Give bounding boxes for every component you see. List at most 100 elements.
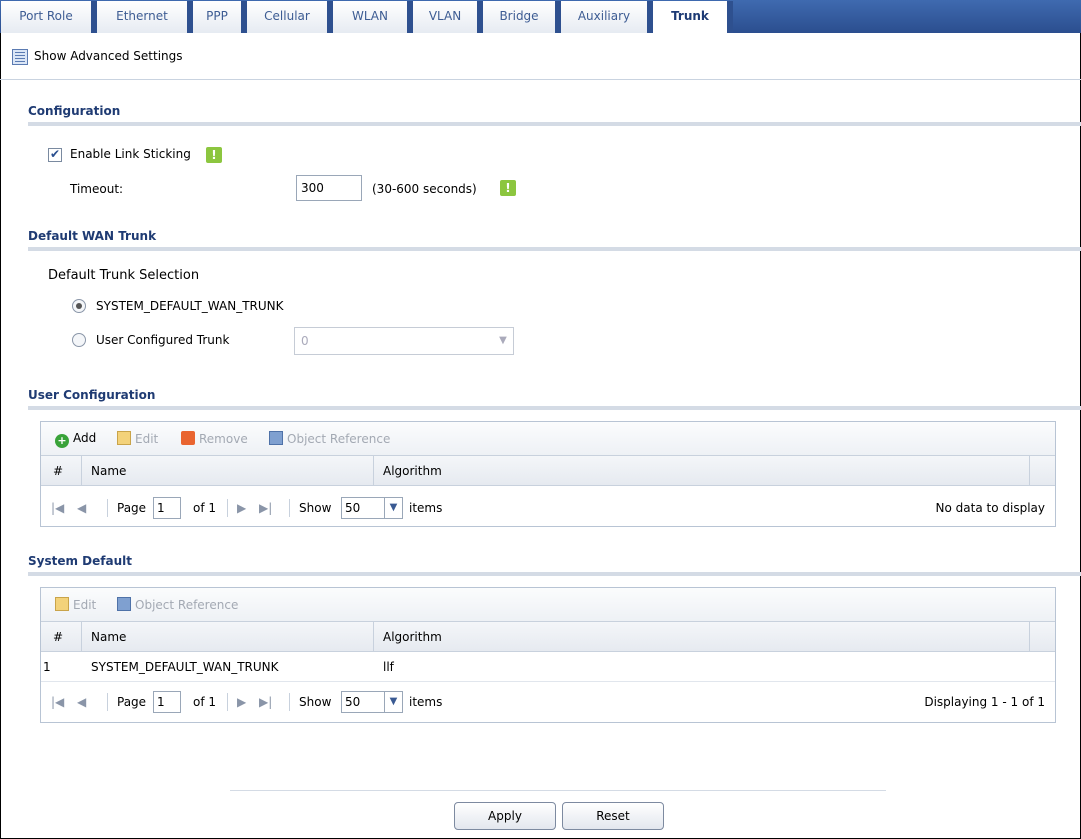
- column-algorithm[interactable]: Algorithm: [383, 464, 442, 478]
- radio-user-configured-trunk[interactable]: [72, 333, 86, 347]
- chevron-down-icon[interactable]: ▼: [385, 691, 403, 713]
- user-configured-trunk-select[interactable]: 0 ▼: [294, 327, 514, 355]
- add-button[interactable]: + Add: [55, 431, 96, 448]
- page-input[interactable]: 1: [153, 497, 181, 519]
- info-icon[interactable]: !: [500, 180, 516, 196]
- show-advanced-settings-link[interactable]: Show Advanced Settings: [34, 49, 183, 63]
- row-name: SYSTEM_DEFAULT_WAN_TRUNK: [91, 660, 279, 674]
- apply-button[interactable]: Apply: [454, 802, 556, 830]
- remove-label: Remove: [199, 432, 248, 446]
- column-algorithm[interactable]: Algorithm: [383, 630, 442, 644]
- tab-wlan[interactable]: WLAN: [333, 1, 413, 33]
- radio-user-configured-trunk-label: User Configured Trunk: [96, 333, 230, 347]
- pager-separator: [227, 693, 228, 711]
- pager-status: Displaying 1 - 1 of 1: [924, 695, 1045, 709]
- page-input[interactable]: 1: [153, 691, 181, 713]
- edit-button[interactable]: Edit: [55, 597, 96, 612]
- next-page-icon[interactable]: ▶: [237, 501, 246, 515]
- tab-ppp[interactable]: PPP: [193, 1, 247, 33]
- footer-divider: [230, 790, 886, 791]
- trash-icon: [181, 431, 195, 445]
- edit-label: Edit: [73, 598, 97, 612]
- user-configuration-table: + Add Edit Remove Object Reference # Name…: [40, 421, 1056, 527]
- radio-system-default-wan-trunk[interactable]: [72, 299, 86, 313]
- column-separator: [1029, 622, 1030, 652]
- object-reference-label: Object Reference: [135, 598, 239, 612]
- row-number: 1: [43, 660, 51, 674]
- row-algorithm: llf: [383, 660, 394, 674]
- object-reference-button[interactable]: Object Reference: [269, 431, 390, 446]
- tab-trunk[interactable]: Trunk: [653, 1, 733, 33]
- tab-auxiliary[interactable]: Auxiliary: [561, 1, 653, 33]
- system-default-table: Edit Object Reference # Name Algorithm 1…: [40, 587, 1056, 723]
- items-label: items: [409, 501, 443, 515]
- object-reference-icon: [269, 431, 283, 445]
- tab-cellular[interactable]: Cellular: [247, 1, 333, 33]
- prev-page-icon[interactable]: ◀: [77, 501, 86, 515]
- configuration-title: Configuration: [28, 104, 121, 118]
- section-divider: [28, 572, 1081, 576]
- per-page-select[interactable]: 50: [341, 497, 385, 519]
- advanced-settings-row: Show Advanced Settings: [0, 34, 1081, 80]
- object-reference-icon: [117, 597, 131, 611]
- section-divider: [28, 247, 1081, 251]
- page-of-label: of 1: [193, 501, 217, 515]
- tab-bar: Port Role Ethernet PPP Cellular WLAN VLA…: [0, 0, 1081, 33]
- pager-separator: [227, 499, 228, 517]
- chevron-down-icon[interactable]: ▼: [385, 497, 403, 519]
- table-row[interactable]: 1 SYSTEM_DEFAULT_WAN_TRUNK llf: [41, 652, 1055, 682]
- chevron-down-icon: ▼: [499, 335, 507, 346]
- add-label: Add: [73, 431, 97, 445]
- section-divider: [28, 406, 1081, 410]
- user-configuration-title: User Configuration: [28, 388, 156, 402]
- column-name[interactable]: Name: [91, 630, 126, 644]
- edit-icon: [55, 597, 69, 611]
- object-reference-label: Object Reference: [287, 432, 391, 446]
- column-name[interactable]: Name: [91, 464, 126, 478]
- column-separator: [373, 622, 374, 652]
- edit-label: Edit: [135, 432, 159, 446]
- show-label: Show: [299, 695, 332, 709]
- table-icon: [12, 49, 28, 65]
- object-reference-button[interactable]: Object Reference: [117, 597, 238, 612]
- edit-button[interactable]: Edit: [117, 431, 158, 446]
- tab-port-role[interactable]: Port Role: [1, 1, 97, 33]
- page-label: Page: [117, 695, 147, 709]
- first-page-icon[interactable]: |◀: [51, 695, 64, 709]
- table-header: # Name Algorithm: [41, 622, 1055, 652]
- pager-status: No data to display: [935, 501, 1045, 515]
- tab-ethernet[interactable]: Ethernet: [97, 1, 193, 33]
- tab-bridge[interactable]: Bridge: [483, 1, 561, 33]
- reset-button[interactable]: Reset: [562, 802, 664, 830]
- add-icon: +: [55, 434, 69, 448]
- select-value: 0: [301, 334, 309, 348]
- last-page-icon[interactable]: ▶|: [259, 695, 272, 709]
- next-page-icon[interactable]: ▶: [237, 695, 246, 709]
- last-page-icon[interactable]: ▶|: [259, 501, 272, 515]
- column-number[interactable]: #: [53, 464, 63, 478]
- pager-separator: [107, 499, 108, 517]
- pager: |◀ ◀ Page 1 of 1 ▶ ▶| Show 50 ▼ items Di…: [41, 686, 1055, 718]
- timeout-input[interactable]: 300: [296, 175, 362, 201]
- column-number[interactable]: #: [53, 630, 63, 644]
- info-icon[interactable]: !: [206, 147, 222, 163]
- remove-button[interactable]: Remove: [181, 431, 248, 446]
- default-wan-trunk-title: Default WAN Trunk: [28, 229, 157, 243]
- pager-separator: [107, 693, 108, 711]
- default-trunk-selection-label: Default Trunk Selection: [48, 268, 200, 283]
- system-default-title: System Default: [28, 554, 132, 568]
- prev-page-icon[interactable]: ◀: [77, 695, 86, 709]
- radio-system-default-wan-trunk-label: SYSTEM_DEFAULT_WAN_TRUNK: [96, 299, 284, 313]
- system-default-toolbar: Edit Object Reference: [41, 588, 1055, 622]
- table-header: # Name Algorithm: [41, 456, 1055, 486]
- items-label: items: [409, 695, 443, 709]
- column-separator: [81, 456, 82, 486]
- pager-separator: [289, 499, 290, 517]
- first-page-icon[interactable]: |◀: [51, 501, 64, 515]
- enable-link-sticking-checkbox[interactable]: [48, 147, 62, 162]
- tab-vlan[interactable]: VLAN: [413, 1, 483, 33]
- show-label: Show: [299, 501, 332, 515]
- per-page-select[interactable]: 50: [341, 691, 385, 713]
- user-config-toolbar: + Add Edit Remove Object Reference: [41, 422, 1055, 456]
- pager: |◀ ◀ Page 1 of 1 ▶ ▶| Show 50 ▼ items No…: [41, 492, 1055, 524]
